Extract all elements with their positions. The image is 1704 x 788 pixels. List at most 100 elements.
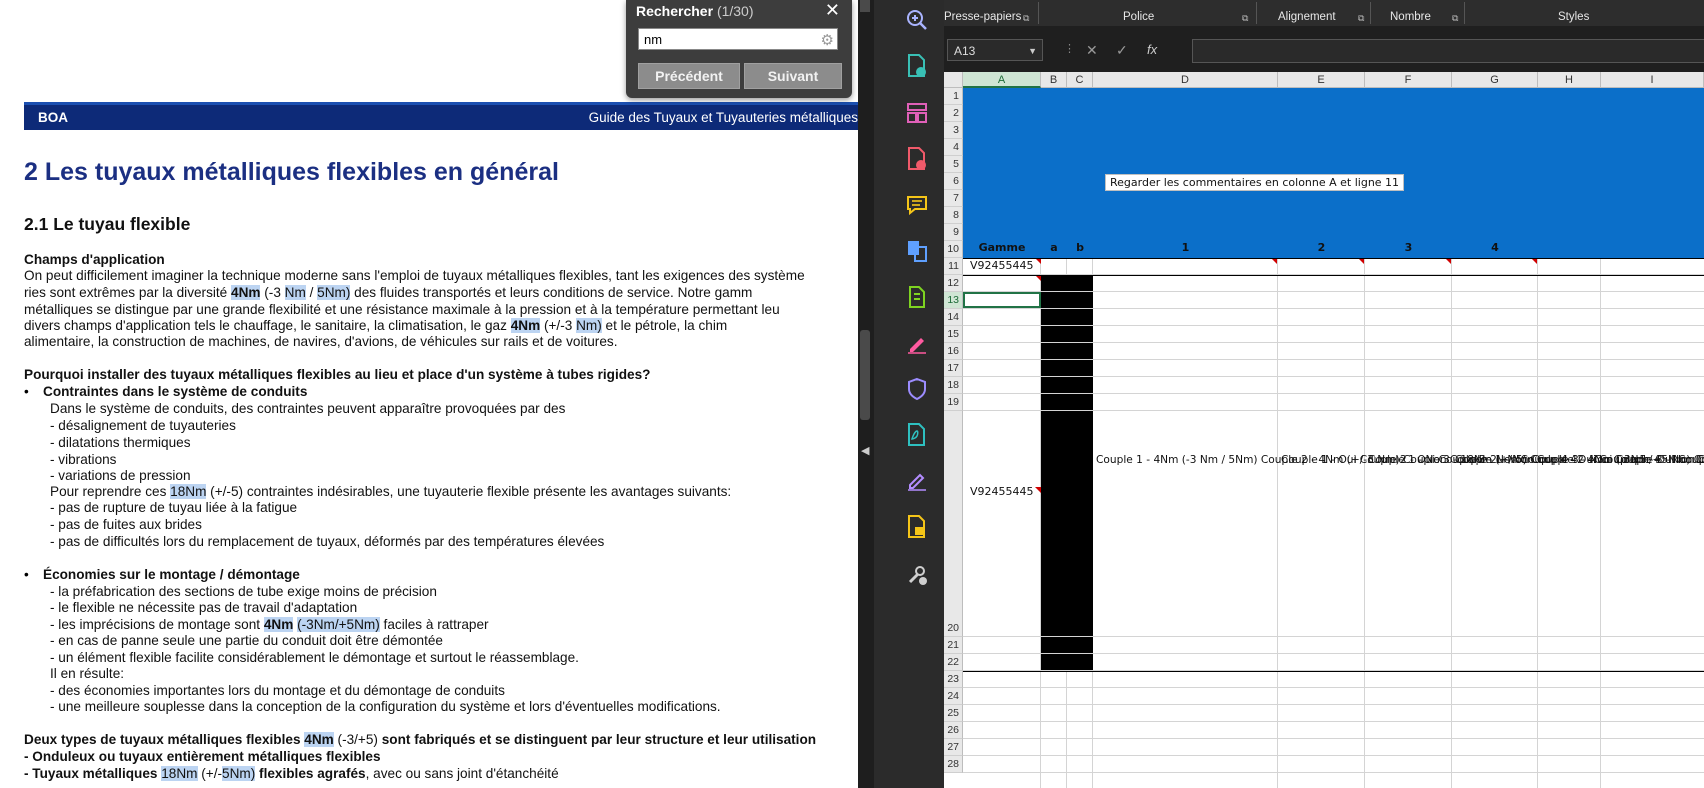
gear-icon[interactable]: ⚙ — [821, 31, 834, 49]
edit-pdf-icon[interactable] — [904, 422, 930, 448]
header-cell[interactable]: b — [1067, 241, 1093, 254]
function-icon[interactable]: fx — [1147, 42, 1157, 57]
column-header[interactable]: H — [1538, 72, 1601, 88]
ribbon-group-number[interactable]: Nombre — [1390, 11, 1431, 23]
column-header[interactable]: E — [1278, 72, 1365, 88]
para-line-4: divers champs d'application tels le chau… — [24, 318, 728, 333]
row-header[interactable]: 2 — [944, 105, 963, 122]
header-cell[interactable]: 3 — [1365, 241, 1452, 254]
column-header[interactable]: C — [1067, 72, 1093, 88]
column-header[interactable]: G — [1452, 72, 1538, 88]
row-header[interactable]: 6 — [944, 173, 963, 190]
header-cell[interactable]: a — [1041, 241, 1067, 254]
previous-button[interactable]: Précédent — [638, 63, 740, 89]
header-cell-gamme[interactable]: Gamme — [963, 241, 1041, 254]
more-tools-icon[interactable] — [904, 562, 930, 588]
column-header[interactable]: D — [1093, 72, 1278, 88]
collapse-arrow-icon[interactable]: ◀ — [861, 444, 869, 457]
row-header[interactable]: 10 — [944, 241, 963, 258]
ribbon-group-styles[interactable]: Styles — [1558, 11, 1589, 23]
next-button[interactable]: Suivant — [744, 63, 842, 89]
row-header[interactable]: 15 — [944, 326, 963, 343]
dialog-launcher-icon[interactable]: ⧉ — [1358, 13, 1364, 24]
grid-line — [963, 687, 1704, 688]
dialog-launcher-icon[interactable]: ⧉ — [1242, 13, 1248, 24]
bullet-1-intro: Dans le système de conduits, des contrai… — [50, 401, 566, 416]
formula-bar: A13 ▼ ⋮ ✕ ✓ fx — [944, 34, 1704, 64]
pane-splitter[interactable]: ◀ — [858, 0, 874, 788]
grid-line — [963, 308, 1704, 309]
signature-icon[interactable] — [904, 468, 930, 494]
row-header[interactable]: 11 — [944, 258, 963, 275]
row-header[interactable]: 20 — [944, 411, 963, 637]
para-line-2: ries sont extrêmes par la diversité 4Nm … — [24, 285, 753, 300]
organize-pages-icon[interactable] — [904, 100, 930, 126]
row-header[interactable]: 19 — [944, 394, 963, 411]
row-header[interactable]: 5 — [944, 156, 963, 173]
row-header[interactable]: 27 — [944, 739, 963, 756]
row-header[interactable]: 21 — [944, 637, 963, 654]
fill-sign-icon[interactable] — [904, 330, 930, 356]
row-header[interactable]: 7 — [944, 190, 963, 207]
cell-a12[interactable]: V92455445 — [970, 259, 1034, 272]
compress-icon[interactable] — [904, 284, 930, 310]
row-header[interactable]: 26 — [944, 722, 963, 739]
column-header[interactable]: F — [1365, 72, 1452, 88]
cell-g20[interactable]: Couple 1 - Non Couple 2 - Oui Couple 3 -… — [1455, 452, 1704, 469]
scrollbar-thumb[interactable] — [860, 330, 870, 420]
row-header[interactable]: 1 — [944, 88, 963, 105]
create-pdf-icon[interactable] — [904, 146, 930, 172]
comment-marker-icon[interactable] — [1035, 487, 1041, 493]
column-header[interactable]: A — [963, 72, 1041, 88]
ribbon-group-font[interactable]: Police — [1123, 11, 1154, 23]
ribbon-group-clipboard[interactable]: Presse-papiers — [944, 11, 1021, 23]
cancel-icon[interactable]: ✕ — [1086, 42, 1098, 59]
search-input[interactable] — [638, 28, 838, 50]
export-pdf-icon[interactable] — [904, 53, 930, 79]
formula-input[interactable] — [1192, 39, 1704, 63]
row-header[interactable]: 8 — [944, 207, 963, 224]
dialog-launcher-icon[interactable]: ⧉ — [1452, 13, 1458, 24]
close-icon[interactable]: ✕ — [825, 0, 840, 21]
dialog-launcher-icon[interactable]: ⧉ — [1023, 13, 1029, 24]
bullet-1-adv: - pas de rupture de tuyau liée à la fati… — [50, 500, 298, 515]
excel-window: Presse-papiers ⧉ Police ⧉ Alignement ⧉ N… — [944, 0, 1704, 788]
row-header[interactable]: 4 — [944, 139, 963, 156]
grid-line — [963, 410, 1704, 411]
header-cell[interactable]: 4 — [1452, 241, 1538, 254]
question-heading: Pourquoi installer des tuyaux métallique… — [24, 367, 651, 382]
zoom-icon[interactable] — [904, 7, 930, 33]
row-header[interactable]: 23 — [944, 671, 963, 688]
black-fill-range — [1041, 275, 1093, 671]
enter-icon[interactable]: ✓ — [1116, 42, 1128, 59]
bullet-2-item: - la préfabrication des sections de tube… — [50, 584, 437, 599]
ribbon-group-alignment[interactable]: Alignement — [1278, 11, 1336, 23]
column-header[interactable]: I — [1601, 72, 1704, 88]
header-cell[interactable]: 1 — [1093, 241, 1278, 254]
cell-a20[interactable]: V92455445 — [970, 485, 1034, 498]
row-header[interactable]: 16 — [944, 343, 963, 360]
row-header[interactable]: 17 — [944, 360, 963, 377]
active-cell-a13[interactable] — [963, 292, 1041, 308]
row-header[interactable]: 28 — [944, 756, 963, 773]
row-header[interactable]: 13 — [944, 292, 963, 309]
bullet-2-item: - des économies importantes lors du mont… — [50, 683, 505, 698]
protect-icon[interactable] — [904, 376, 930, 402]
select-all-corner[interactable] — [944, 72, 963, 88]
row-header[interactable]: 12 — [944, 275, 963, 292]
row-header[interactable]: 25 — [944, 705, 963, 722]
send-comments-icon[interactable] — [904, 514, 930, 540]
row-header[interactable]: 18 — [944, 377, 963, 394]
column-header[interactable]: B — [1041, 72, 1067, 88]
row-header[interactable]: 9 — [944, 224, 963, 241]
row-header[interactable]: 3 — [944, 122, 963, 139]
row-header[interactable]: 24 — [944, 688, 963, 705]
combine-files-icon[interactable] — [904, 238, 930, 264]
row-header[interactable]: 22 — [944, 654, 963, 671]
name-box[interactable]: A13 ▼ — [947, 39, 1043, 61]
row-header[interactable]: 14 — [944, 309, 963, 326]
comment-icon[interactable] — [904, 192, 930, 218]
header-cell[interactable]: 2 — [1278, 241, 1365, 254]
worksheet-grid[interactable]: A B C D E F G H I Regarder les commentai… — [944, 72, 1704, 788]
bullet-1-adv: - pas de fuites aux brides — [50, 517, 202, 532]
